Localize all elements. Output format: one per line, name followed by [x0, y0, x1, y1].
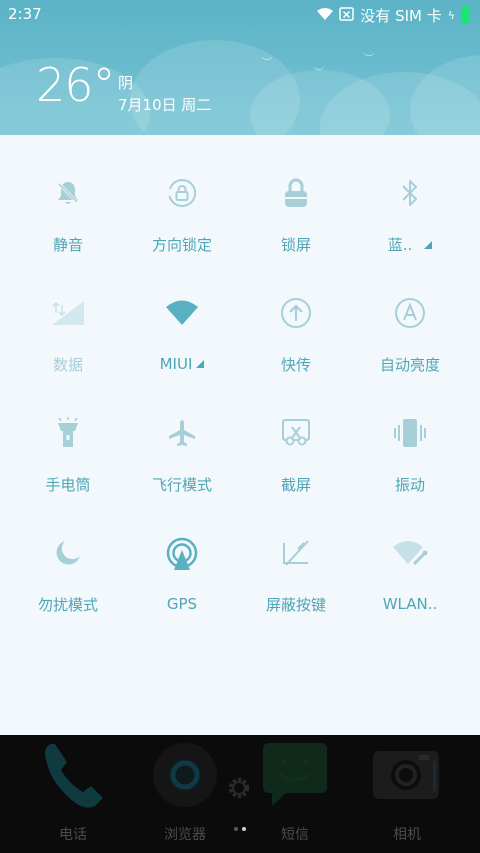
- rotation-lock-icon: [162, 173, 202, 212]
- status-icons: 没有 SIM 卡 ϟ: [317, 5, 470, 26]
- status-bar: 2:37 没有 SIM 卡 ϟ: [0, 0, 480, 28]
- toggle-gps[interactable]: GPS: [122, 495, 242, 615]
- toggle-mute[interactable]: 静音: [8, 135, 128, 255]
- date-text[interactable]: 7月10日 周二: [118, 94, 211, 115]
- toggle-auto-brightness[interactable]: 自动亮度: [350, 255, 470, 375]
- bird-icon: ︶: [262, 58, 272, 69]
- block-keys-icon: [276, 533, 316, 572]
- mute-icon: [48, 173, 88, 212]
- bird-icon: ︶: [364, 54, 374, 65]
- flashlight-icon: [48, 413, 88, 452]
- home-dock: 电话 浏览器 短信 相机: [0, 735, 480, 853]
- toggle-label: 数据: [52, 356, 83, 374]
- app-messages[interactable]: 短信: [235, 735, 355, 853]
- browser-icon: [152, 742, 218, 812]
- toggle-do-not-disturb[interactable]: 勿扰模式: [8, 495, 128, 615]
- app-label: 短信: [281, 827, 309, 843]
- app-phone[interactable]: 电话: [13, 735, 133, 853]
- weather-condition: 阴: [118, 74, 134, 92]
- toggle-wlan-hotspot[interactable]: WLAN..: [350, 495, 470, 615]
- toggle-label: WLAN..: [382, 595, 438, 613]
- toggle-label: MIUI: [160, 355, 205, 373]
- quick-transfer-icon: [276, 293, 316, 332]
- toggle-label: 勿扰模式: [37, 596, 98, 614]
- toggle-label: 自动亮度: [379, 356, 440, 374]
- page-indicator-dot: [234, 827, 238, 831]
- toggle-block-keys[interactable]: 屏蔽按键: [236, 495, 356, 615]
- toggle-label: 飞行模式: [151, 476, 212, 494]
- battery-icon: [461, 6, 470, 23]
- app-label: 浏览器: [164, 827, 206, 843]
- temperature[interactable]: 26°: [36, 62, 116, 108]
- lock-icon: [276, 173, 316, 212]
- toggle-bluetooth[interactable]: 蓝..: [350, 135, 470, 255]
- toggle-label: 屏蔽按键: [265, 596, 326, 614]
- dnd-moon-icon: [48, 533, 88, 572]
- app-label: 电话: [59, 827, 87, 843]
- toggle-label: 方向锁定: [151, 236, 212, 254]
- toggle-label: 静音: [52, 236, 83, 254]
- toggle-wifi[interactable]: MIUI: [122, 255, 242, 375]
- status-carrier: 没有 SIM 卡: [360, 7, 442, 25]
- gps-icon: [162, 533, 202, 573]
- toggle-mobile-data[interactable]: 数据: [8, 255, 128, 375]
- toggle-lock-screen[interactable]: 锁屏: [236, 135, 356, 255]
- phone-icon: [37, 740, 109, 816]
- toggle-label: 快传: [280, 356, 311, 374]
- toggle-label: GPS: [166, 595, 198, 613]
- toggle-label: 锁屏: [280, 236, 311, 254]
- mobile-data-icon: [48, 293, 88, 332]
- toggle-quick-transfer[interactable]: 快传: [236, 255, 356, 375]
- wifi-icon: [162, 293, 202, 333]
- toggle-screenshot[interactable]: 截屏: [236, 375, 356, 495]
- status-time: 2:37: [8, 5, 42, 23]
- toggle-label: 蓝..: [388, 234, 433, 255]
- toggle-vibrate[interactable]: 振动: [350, 375, 470, 495]
- wifi-icon: [317, 7, 334, 25]
- weather-header: ︶ ︶ ︶ 2:37 没有 SIM 卡 ϟ 26° 阴 7月10日 周二: [0, 0, 480, 135]
- bluetooth-icon: [390, 173, 430, 212]
- app-camera[interactable]: 相机: [347, 735, 467, 853]
- airplane-icon: [162, 413, 202, 452]
- toggle-label: 截屏: [280, 476, 311, 494]
- toggle-flashlight[interactable]: 手电筒: [8, 375, 128, 495]
- vibrate-icon: [390, 413, 430, 452]
- toggle-label: 手电筒: [45, 476, 91, 494]
- toggle-label: 振动: [394, 476, 425, 494]
- menu-arrow-icon[interactable]: [196, 360, 205, 368]
- wlan-hotspot-icon: [390, 533, 430, 573]
- no-sim-icon: [339, 6, 355, 25]
- menu-arrow-icon[interactable]: [424, 240, 433, 249]
- app-label: 相机: [393, 827, 421, 843]
- toggle-airplane[interactable]: 飞行模式: [122, 375, 242, 495]
- page-indicator-dot-active: [242, 827, 246, 831]
- screenshot-icon: [276, 413, 316, 452]
- camera-icon: [373, 749, 441, 805]
- toggle-rotation-lock[interactable]: 方向锁定: [122, 135, 242, 255]
- messages-icon: [262, 742, 328, 812]
- charging-icon: ϟ: [447, 9, 455, 22]
- quick-settings-panel: 静音 方向锁定 锁屏 蓝.. 数据 MIUI 快传 自动亮度 手电筒 飞行模式 …: [0, 135, 480, 817]
- bird-icon: ︶: [314, 68, 324, 79]
- auto-brightness-icon: [390, 293, 430, 332]
- cloud-shape: [410, 55, 480, 135]
